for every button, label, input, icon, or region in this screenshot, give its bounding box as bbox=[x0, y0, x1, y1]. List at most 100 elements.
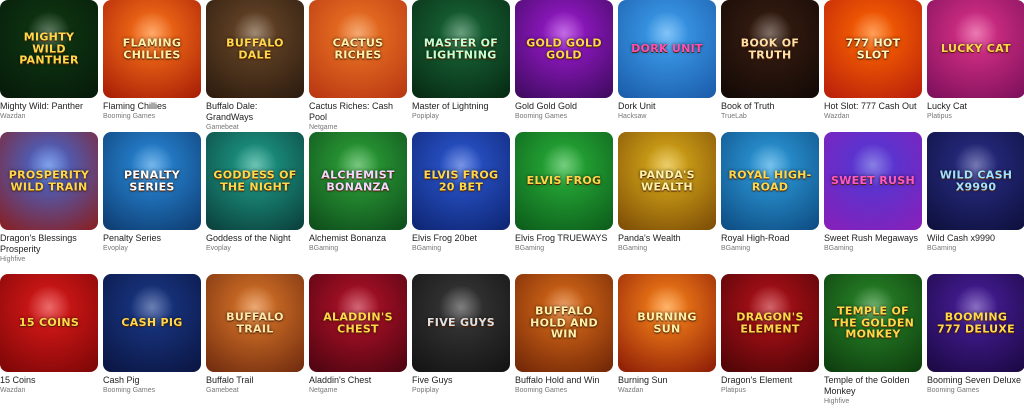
game-thumbnail[interactable]: Book of Truth bbox=[721, 0, 819, 98]
game-card[interactable]: Wild Cash x9990 Wild Cash x9990 BGaming bbox=[927, 132, 1024, 253]
game-title[interactable]: 15 Coins bbox=[0, 375, 98, 386]
game-card[interactable]: Five Guys Five Guys Popiplay bbox=[412, 274, 510, 395]
game-thumbnail[interactable]: Buffalo Hold and Win bbox=[515, 274, 613, 372]
game-card[interactable]: Cash Pig Cash Pig Booming Games bbox=[103, 274, 201, 395]
game-title[interactable]: Alchemist Bonanza bbox=[309, 233, 407, 244]
game-thumbnail[interactable]: 15 Coins bbox=[0, 274, 98, 372]
game-thumbnail[interactable]: Mighty Wild Panther bbox=[0, 0, 98, 98]
game-title[interactable]: Panda's Wealth bbox=[618, 233, 716, 244]
game-title[interactable]: Dragon's Element bbox=[721, 375, 819, 386]
game-card[interactable]: Flaming Chillies Flaming Chillies Booming … bbox=[103, 0, 201, 121]
game-thumbnail[interactable]: Buffalo Trail bbox=[206, 274, 304, 372]
game-thumbnail[interactable]: Aladdin's Chest bbox=[309, 274, 407, 372]
game-thumbnail[interactable]: Penalty Series bbox=[103, 132, 201, 230]
game-card[interactable]: Buffalo Trail Buffalo Trail Gamebeat bbox=[206, 274, 304, 395]
game-thumbnail[interactable]: Burning Sun bbox=[618, 274, 716, 372]
game-thumbnail[interactable]: Cactus Riches bbox=[309, 0, 407, 98]
game-thumbnail[interactable]: Dork Unit bbox=[618, 0, 716, 98]
game-thumbnail[interactable]: Royal High-Road bbox=[721, 132, 819, 230]
game-card[interactable]: Elvis Frog Elvis Frog TRUEWAYS BGaming bbox=[515, 132, 613, 253]
game-title[interactable]: Flaming Chillies bbox=[103, 101, 201, 112]
game-thumbnail[interactable]: Master of Lightning bbox=[412, 0, 510, 98]
game-title[interactable]: Penalty Series bbox=[103, 233, 201, 244]
game-provider: Popiplay bbox=[412, 387, 439, 394]
game-card[interactable]: Goddess of the Night Goddess of the Night… bbox=[206, 132, 304, 253]
game-card[interactable]: Royal High-Road Royal High-Road BGaming bbox=[721, 132, 819, 253]
game-title[interactable]: Wild Cash x9990 bbox=[927, 233, 1024, 244]
game-title[interactable]: Book of Truth bbox=[721, 101, 819, 112]
game-card[interactable]: Burning Sun Burning Sun Wazdan bbox=[618, 274, 716, 395]
game-card[interactable]: Penalty Series Penalty Series Evoplay bbox=[103, 132, 201, 253]
game-title[interactable]: Elvis Frog TRUEWAYS bbox=[515, 233, 613, 244]
game-title[interactable]: Dragon's Blessings Prosperity bbox=[0, 233, 98, 255]
game-title[interactable]: Royal High-Road bbox=[721, 233, 819, 244]
game-title[interactable]: Cash Pig bbox=[103, 375, 201, 386]
game-thumbnail[interactable]: Temple of the Golden Monkey bbox=[824, 274, 922, 372]
game-title[interactable]: Master of Lightning bbox=[412, 101, 510, 112]
game-title[interactable]: Cactus Riches: Cash Pool bbox=[309, 101, 407, 123]
game-logo-text: Royal High-Road bbox=[728, 168, 812, 193]
game-card[interactable]: Lucky Cat Lucky Cat Platipus bbox=[927, 0, 1024, 121]
game-thumbnail[interactable]: Buffalo Dale bbox=[206, 0, 304, 98]
game-thumbnail[interactable]: Elvis Frog 20 Bet bbox=[412, 132, 510, 230]
game-thumbnail[interactable]: Elvis Frog bbox=[515, 132, 613, 230]
game-card[interactable]: Elvis Frog 20 Bet Elvis Frog 20bet BGaming bbox=[412, 132, 510, 253]
game-thumbnail[interactable]: Gold Gold Gold bbox=[515, 0, 613, 98]
game-card[interactable]: Alchemist Bonanza Alchemist Bonanza BGamin… bbox=[309, 132, 407, 253]
game-thumbnail[interactable]: Booming 777 Deluxe bbox=[927, 274, 1024, 372]
game-thumbnail[interactable]: Wild Cash x9990 bbox=[927, 132, 1024, 230]
game-title[interactable]: Gold Gold Gold bbox=[515, 101, 613, 112]
game-card[interactable]: Panda's Wealth Panda's Wealth BGaming bbox=[618, 132, 716, 253]
game-provider: Highfive bbox=[824, 398, 850, 405]
game-thumbnail[interactable]: Alchemist Bonanza bbox=[309, 132, 407, 230]
game-title[interactable]: Hot Slot: 777 Cash Out bbox=[824, 101, 922, 112]
game-provider: Platipus bbox=[721, 387, 746, 394]
game-title[interactable]: Lucky Cat bbox=[927, 101, 1024, 112]
game-card[interactable]: 777 Hot Slot Hot Slot: 777 Cash Out Wazdan bbox=[824, 0, 922, 121]
game-card[interactable]: Dork Unit Dork Unit Hacksaw bbox=[618, 0, 716, 121]
game-title[interactable]: Dork Unit bbox=[618, 101, 716, 112]
game-card[interactable]: Aladdin's Chest Aladdin's Chest Netgame bbox=[309, 274, 407, 395]
game-title[interactable]: Elvis Frog 20bet bbox=[412, 233, 510, 244]
game-title[interactable]: Goddess of the Night bbox=[206, 233, 304, 244]
game-card[interactable]: Master of Lightning Master of Lightning Po… bbox=[412, 0, 510, 121]
game-card[interactable]: Buffalo Hold and Win Buffalo Hold and Win… bbox=[515, 274, 613, 395]
game-title[interactable]: Mighty Wild: Panther bbox=[0, 101, 98, 112]
game-provider: BGaming bbox=[309, 245, 339, 252]
game-thumbnail[interactable]: 777 Hot Slot bbox=[824, 0, 922, 98]
game-card[interactable]: Gold Gold Gold Gold Gold Gold Booming Game… bbox=[515, 0, 613, 121]
game-thumbnail[interactable]: Five Guys bbox=[412, 274, 510, 372]
game-thumbnail[interactable]: Panda's Wealth bbox=[618, 132, 716, 230]
game-title[interactable]: Five Guys bbox=[412, 375, 510, 386]
game-card[interactable]: Book of Truth Book of Truth TrueLab bbox=[721, 0, 819, 121]
game-provider: BGaming bbox=[721, 245, 751, 252]
game-card[interactable]: Dragon's Element Dragon's Element Platipus bbox=[721, 274, 819, 395]
game-logo-text: Sweet Rush bbox=[831, 174, 915, 188]
game-card[interactable]: Cactus Riches Cactus Riches: Cash Pool Net… bbox=[309, 0, 407, 132]
game-thumbnail[interactable]: Sweet Rush bbox=[824, 132, 922, 230]
game-card[interactable]: Buffalo Dale Buffalo Dale: GrandWays Gameb… bbox=[206, 0, 304, 132]
game-provider: Wazdan bbox=[0, 113, 26, 120]
game-title[interactable]: Burning Sun bbox=[618, 375, 716, 386]
game-card[interactable]: Temple of the Golden Monkey Temple of the… bbox=[824, 274, 922, 406]
game-logo-text: Buffalo Dale bbox=[226, 36, 284, 61]
game-title[interactable]: Buffalo Dale: GrandWays bbox=[206, 101, 304, 123]
game-thumbnail[interactable]: Prosperity Wild Train bbox=[0, 132, 98, 230]
game-title[interactable]: Buffalo Hold and Win bbox=[515, 375, 613, 386]
game-title[interactable]: Temple of the Golden Monkey bbox=[824, 375, 922, 397]
game-card[interactable]: Mighty Wild Panther Mighty Wild: Panther W… bbox=[0, 0, 98, 121]
game-title[interactable]: Sweet Rush Megaways bbox=[824, 233, 922, 244]
game-thumbnail[interactable]: Dragon's Element bbox=[721, 274, 819, 372]
game-card[interactable]: Booming 777 Deluxe Booming Seven Deluxe Bo… bbox=[927, 274, 1024, 395]
game-thumbnail[interactable]: Cash Pig bbox=[103, 274, 201, 372]
game-thumbnail[interactable]: Flaming Chillies bbox=[103, 0, 201, 98]
game-thumbnail[interactable]: Lucky Cat bbox=[927, 0, 1024, 98]
game-card[interactable]: 15 Coins 15 Coins Wazdan bbox=[0, 274, 98, 395]
game-card[interactable]: Prosperity Wild Train Dragon's Blessings … bbox=[0, 132, 98, 264]
game-logo-text: Alchemist Bonanza bbox=[321, 168, 395, 193]
game-thumbnail[interactable]: Goddess of the Night bbox=[206, 132, 304, 230]
game-card[interactable]: Sweet Rush Sweet Rush Megaways BGaming bbox=[824, 132, 922, 253]
game-title[interactable]: Aladdin's Chest bbox=[309, 375, 407, 386]
game-title[interactable]: Booming Seven Deluxe bbox=[927, 375, 1024, 386]
game-title[interactable]: Buffalo Trail bbox=[206, 375, 304, 386]
